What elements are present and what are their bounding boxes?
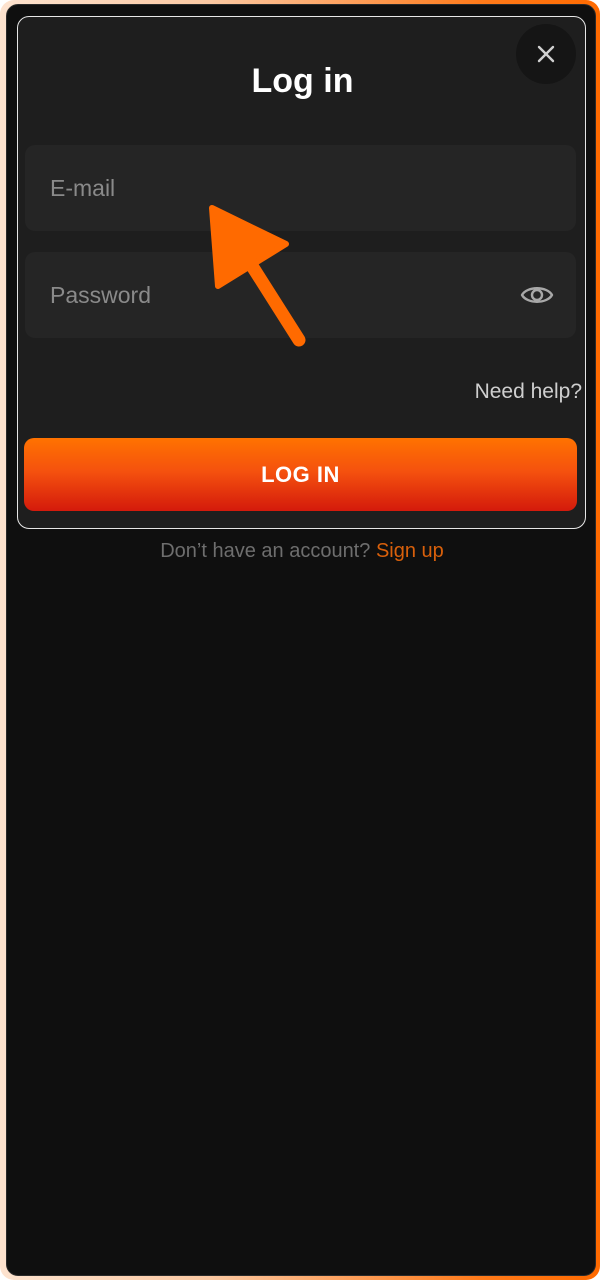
- signup-link[interactable]: Sign up: [376, 540, 444, 562]
- login-modal: Log in Need help? LOG IN: [17, 16, 586, 529]
- show-password-button[interactable]: [518, 276, 556, 314]
- password-field-container: [25, 252, 576, 338]
- email-field-container: [25, 145, 576, 231]
- device-frame: Log in Need help? LOG IN Don’t have an a…: [0, 0, 600, 1280]
- signup-prompt-text: Don’t have an account?: [160, 540, 371, 562]
- signup-prompt: Don’t have an account? Sign up: [7, 540, 595, 563]
- eye-icon: [520, 287, 554, 303]
- need-help-link[interactable]: Need help?: [475, 380, 582, 404]
- modal-title: Log in: [251, 62, 354, 100]
- email-field[interactable]: [25, 145, 576, 231]
- login-button[interactable]: LOG IN: [24, 438, 577, 511]
- password-field[interactable]: [25, 252, 576, 338]
- app-screen: Log in Need help? LOG IN Don’t have an a…: [6, 4, 596, 1276]
